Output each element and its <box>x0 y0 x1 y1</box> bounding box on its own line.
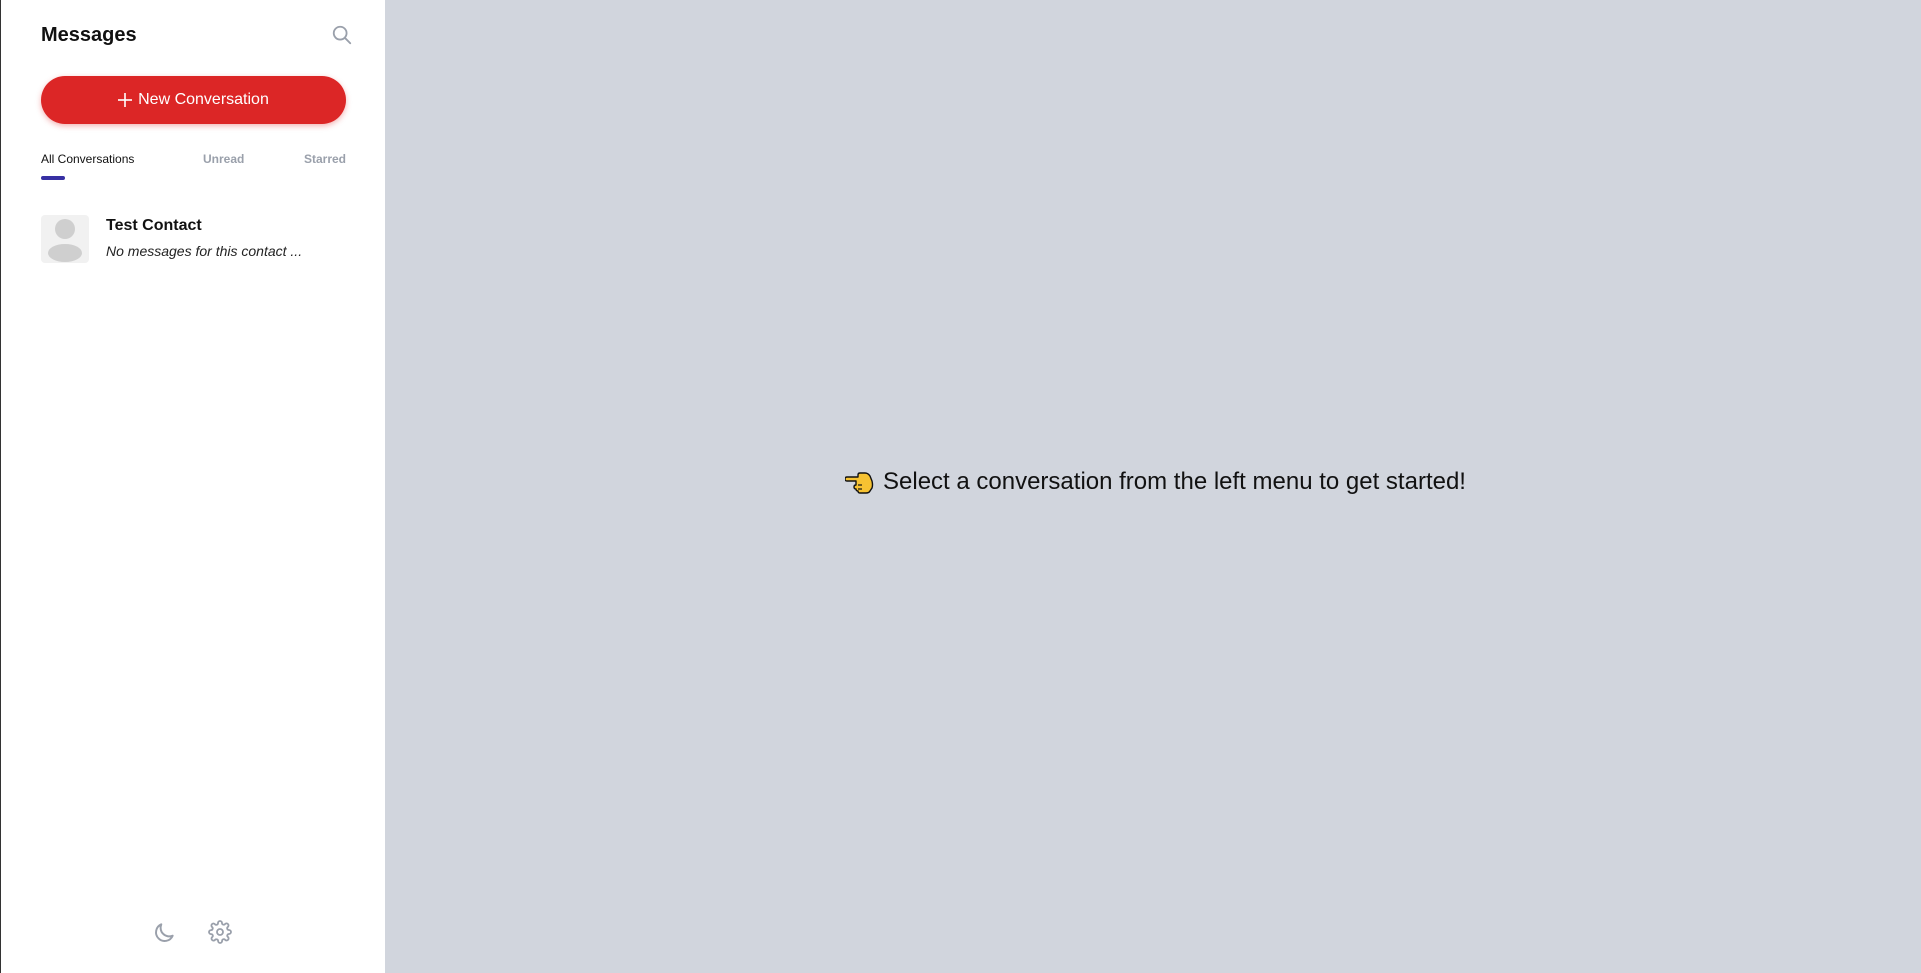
tab-unread[interactable]: Unread <box>203 152 244 166</box>
new-conversation-label: New Conversation <box>138 91 269 108</box>
moon-icon <box>155 923 174 942</box>
tab-starred[interactable]: Starred <box>304 152 346 166</box>
conversation-tabs: All Conversations Unread Starred <box>41 152 346 182</box>
conversation-list-item[interactable]: Test Contact No messages for this contac… <box>41 215 346 265</box>
sidebar-footer <box>1 920 385 946</box>
dark-mode-toggle[interactable] <box>151 920 177 946</box>
contact-name: Test Contact <box>106 217 202 234</box>
search-button[interactable] <box>329 22 355 48</box>
settings-button[interactable] <box>208 920 234 946</box>
sidebar-header: Messages <box>41 22 355 48</box>
search-icon <box>332 25 352 45</box>
main-content: Select a conversation from the left menu… <box>385 0 1921 973</box>
avatar <box>41 215 89 263</box>
sidebar-title: Messages <box>41 24 137 46</box>
active-tab-indicator <box>41 176 65 180</box>
tab-all-conversations[interactable]: All Conversations <box>41 152 134 166</box>
plus-icon <box>118 93 133 107</box>
user-placeholder-icon <box>48 219 82 262</box>
new-conversation-button[interactable]: New Conversation <box>41 76 346 124</box>
empty-state: Select a conversation from the left menu… <box>845 468 1466 496</box>
app-window: Messages New Conversation All Conversati… <box>0 0 1921 973</box>
empty-state-message: Select a conversation from the left menu… <box>883 468 1466 495</box>
message-preview: No messages for this contact ... <box>106 243 303 259</box>
pointing-hand-icon <box>845 472 874 494</box>
gear-icon <box>208 920 232 944</box>
sidebar: Messages New Conversation All Conversati… <box>1 0 385 973</box>
